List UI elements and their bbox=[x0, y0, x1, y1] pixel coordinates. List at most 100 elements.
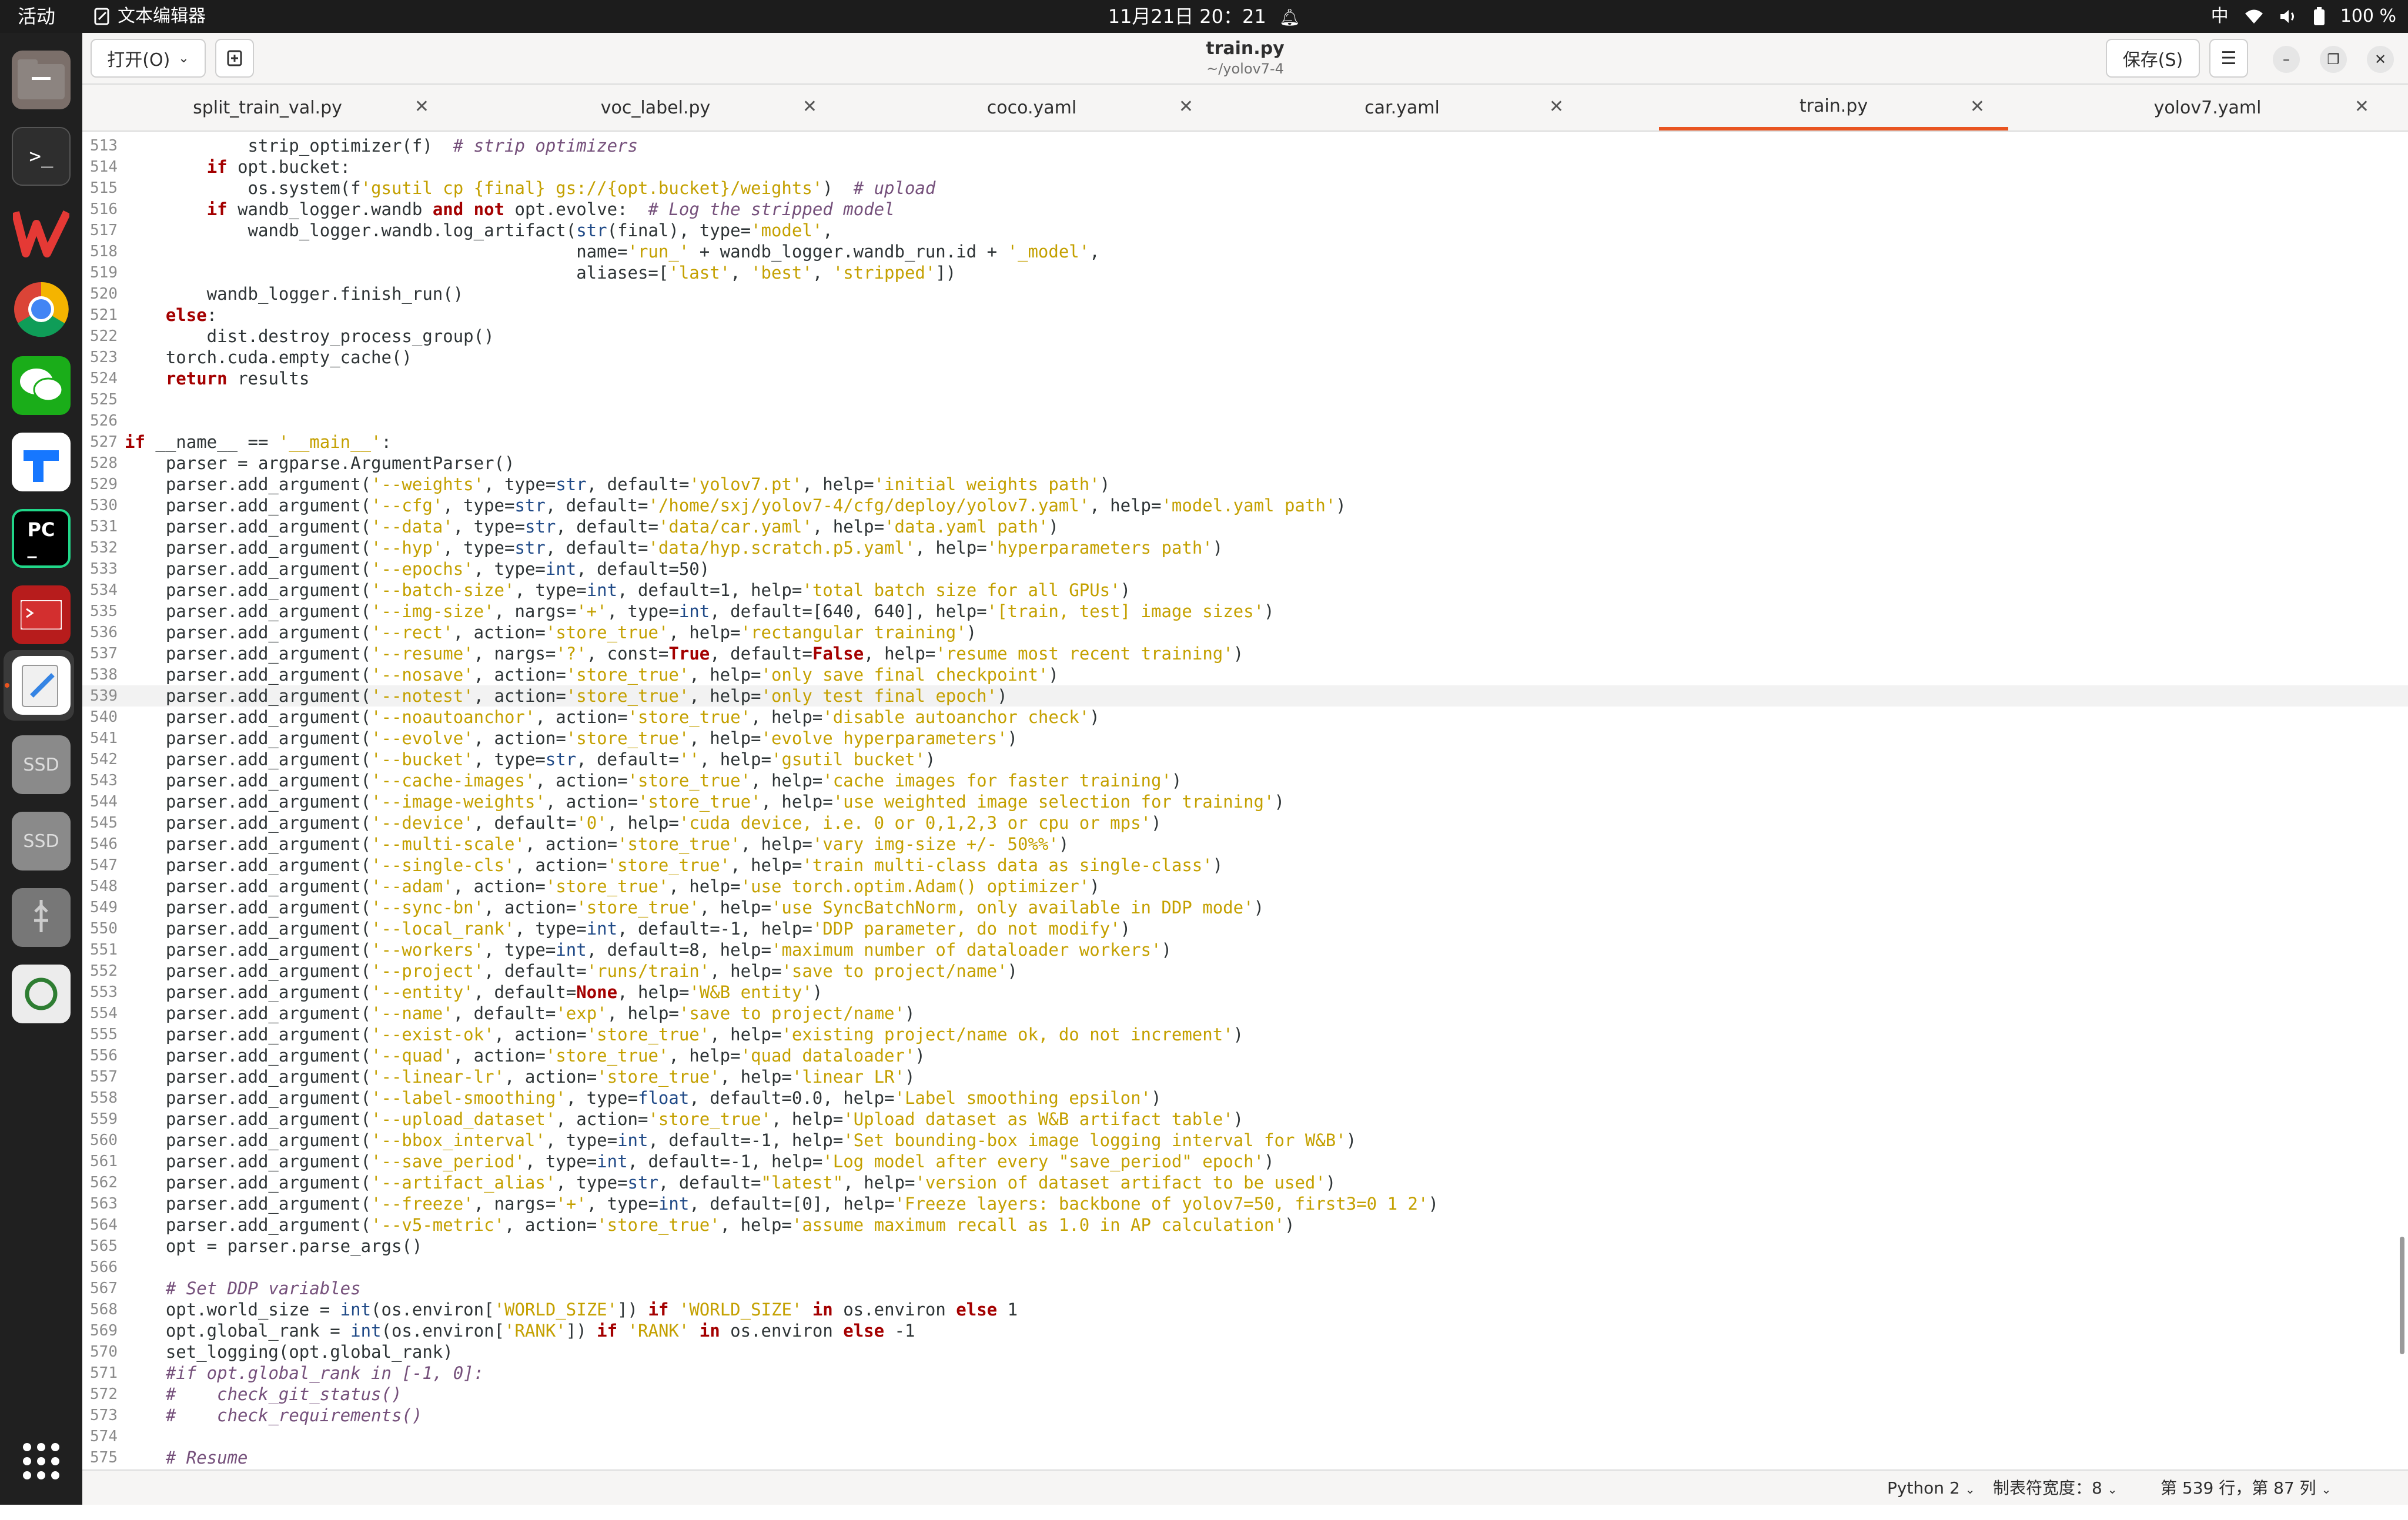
code-text[interactable]: parser.add_argument('--save_period', typ… bbox=[125, 1151, 1275, 1172]
code-text[interactable]: # check_requirements() bbox=[125, 1405, 423, 1426]
code-line[interactable]: 528 parser = argparse.ArgumentParser() bbox=[82, 453, 2408, 474]
code-text[interactable]: # Set DDP variables bbox=[125, 1278, 361, 1299]
code-line[interactable]: 560 parser.add_argument('--bbox_interval… bbox=[82, 1130, 2408, 1151]
todesk-icon[interactable] bbox=[12, 433, 71, 491]
code-text[interactable]: parser.add_argument('--entity', default=… bbox=[125, 982, 822, 1003]
code-text[interactable]: parser.add_argument('--sync-bn', action=… bbox=[125, 897, 1264, 918]
tab-car-yaml[interactable]: car.yaml ✕ bbox=[1217, 85, 1587, 130]
code-text[interactable]: os.system(f'gsutil cp {final} gs://{opt.… bbox=[125, 178, 936, 199]
ssd-drive-icon[interactable]: SSD bbox=[12, 735, 71, 794]
clock[interactable]: 11月21日 20：21 bbox=[1108, 5, 1266, 28]
wechat-icon[interactable] bbox=[12, 356, 71, 415]
code-text[interactable]: name='run_' + wandb_logger.wandb_run.id … bbox=[125, 241, 1099, 262]
code-text[interactable]: parser.add_argument('--project', default… bbox=[125, 960, 1018, 982]
code-line[interactable]: 570 set_logging(opt.global_rank) bbox=[82, 1341, 2408, 1362]
code-line[interactable]: 547 parser.add_argument('--single-cls', … bbox=[82, 855, 2408, 876]
code-text[interactable]: parser.add_argument('--noautoanchor', ac… bbox=[125, 707, 1100, 728]
code-line[interactable]: 534 parser.add_argument('--batch-size', … bbox=[82, 580, 2408, 601]
code-text[interactable]: # Resume bbox=[125, 1447, 248, 1468]
code-text[interactable]: parser.add_argument('--notest', action='… bbox=[125, 685, 1008, 707]
code-text[interactable]: parser.add_argument('--exist-ok', action… bbox=[125, 1024, 1243, 1045]
code-text[interactable]: set_logging(opt.global_rank) bbox=[125, 1341, 453, 1362]
code-text[interactable]: if __name__ == '__main__': bbox=[125, 431, 392, 453]
code-text[interactable]: parser.add_argument('--workers', type=in… bbox=[125, 939, 1172, 960]
code-line[interactable]: 524 return results bbox=[82, 368, 2408, 389]
code-text[interactable]: parser.add_argument('--rect', action='st… bbox=[125, 622, 976, 643]
code-text[interactable]: #if opt.global_rank in [-1, 0]: bbox=[125, 1362, 484, 1384]
code-line[interactable]: 514 if opt.bucket: bbox=[82, 156, 2408, 178]
code-line[interactable]: 540 parser.add_argument('--noautoanchor'… bbox=[82, 707, 2408, 728]
code-text[interactable]: aliases=['last', 'best', 'stripped']) bbox=[125, 262, 956, 283]
code-line[interactable]: 552 parser.add_argument('--project', def… bbox=[82, 960, 2408, 982]
code-line[interactable]: 558 parser.add_argument('--label-smoothi… bbox=[82, 1087, 2408, 1109]
code-line[interactable]: 542 parser.add_argument('--bucket', type… bbox=[82, 749, 2408, 770]
code-line[interactable]: 571 #if opt.global_rank in [-1, 0]: bbox=[82, 1362, 2408, 1384]
code-line[interactable]: 546 parser.add_argument('--multi-scale',… bbox=[82, 833, 2408, 855]
code-text[interactable]: parser.add_argument('--v5-metric', actio… bbox=[125, 1214, 1295, 1236]
code-text[interactable]: parser.add_argument('--hyp', type=str, d… bbox=[125, 537, 1223, 558]
code-text[interactable]: opt = parser.parse_args() bbox=[125, 1236, 423, 1257]
code-line[interactable]: 562 parser.add_argument('--artifact_alia… bbox=[82, 1172, 2408, 1193]
code-line[interactable]: 515 os.system(f'gsutil cp {final} gs://{… bbox=[82, 178, 2408, 199]
code-text[interactable]: else: bbox=[125, 304, 217, 326]
close-tab-icon[interactable]: ✕ bbox=[802, 96, 817, 117]
code-text[interactable]: dist.destroy_process_group() bbox=[125, 326, 494, 347]
code-text[interactable]: wandb_logger.finish_run() bbox=[125, 283, 464, 304]
code-text[interactable]: parser.add_argument('--adam', action='st… bbox=[125, 876, 1100, 897]
code-line[interactable]: 555 parser.add_argument('--exist-ok', ac… bbox=[82, 1024, 2408, 1045]
code-line[interactable]: 538 parser.add_argument('--nosave', acti… bbox=[82, 664, 2408, 685]
code-line[interactable]: 531 parser.add_argument('--data', type=s… bbox=[82, 516, 2408, 537]
code-text[interactable]: parser = argparse.ArgumentParser() bbox=[125, 453, 515, 474]
save-button[interactable]: 保存(S) bbox=[2106, 39, 2200, 78]
code-line[interactable]: 573 # check_requirements() bbox=[82, 1405, 2408, 1426]
app-grid-icon[interactable] bbox=[12, 1432, 71, 1491]
tab-train-py[interactable]: train.py ✕ bbox=[1659, 85, 2008, 130]
code-line[interactable]: 530 parser.add_argument('--cfg', type=st… bbox=[82, 495, 2408, 516]
system-tray[interactable]: 中 100 % bbox=[2211, 5, 2396, 28]
code-text[interactable]: parser.add_argument('--weights', type=st… bbox=[125, 474, 1110, 495]
code-line[interactable]: 532 parser.add_argument('--hyp', type=st… bbox=[82, 537, 2408, 558]
code-line[interactable]: 569 opt.global_rank = int(os.environ['RA… bbox=[82, 1320, 2408, 1341]
terminal-icon[interactable]: >_ bbox=[12, 127, 71, 186]
code-line[interactable]: 537 parser.add_argument('--resume', narg… bbox=[82, 643, 2408, 664]
code-text[interactable]: wandb_logger.wandb.log_artifact(str(fina… bbox=[125, 220, 833, 241]
code-line[interactable]: 543 parser.add_argument('--cache-images'… bbox=[82, 770, 2408, 791]
chrome-icon[interactable] bbox=[12, 280, 71, 339]
code-text[interactable]: parser.add_argument('--quad', action='st… bbox=[125, 1045, 925, 1066]
close-tab-icon[interactable]: ✕ bbox=[1549, 96, 1564, 117]
tab-voc-label[interactable]: voc_label.py ✕ bbox=[470, 85, 841, 130]
code-text[interactable]: parser.add_argument('--cache-images', ac… bbox=[125, 770, 1182, 791]
code-text[interactable]: parser.add_argument('--local_rank', type… bbox=[125, 918, 1131, 939]
code-line[interactable]: 523 torch.cuda.empty_cache() bbox=[82, 347, 2408, 368]
code-text[interactable]: opt.global_rank = int(os.environ['RANK']… bbox=[125, 1320, 915, 1341]
code-text[interactable]: return results bbox=[125, 368, 309, 389]
code-text[interactable]: parser.add_argument('--evolve', action='… bbox=[125, 728, 1018, 749]
code-text[interactable]: parser.add_argument('--bbox_interval', t… bbox=[125, 1130, 1356, 1151]
tab-width-selector[interactable]: 制表符宽度：8 ⌄ bbox=[1993, 1478, 2118, 1500]
code-line[interactable]: 568 opt.world_size = int(os.environ['WOR… bbox=[82, 1299, 2408, 1320]
code-text[interactable]: parser.add_argument('--multi-scale', act… bbox=[125, 833, 1069, 855]
usb-drive-icon[interactable] bbox=[12, 888, 71, 947]
code-line[interactable]: 544 parser.add_argument('--image-weights… bbox=[82, 791, 2408, 812]
app-menu[interactable]: 文本编辑器 bbox=[94, 5, 206, 28]
code-line[interactable]: 545 parser.add_argument('--device', defa… bbox=[82, 812, 2408, 833]
code-line[interactable]: 529 parser.add_argument('--weights', typ… bbox=[82, 474, 2408, 495]
code-line[interactable]: 574 bbox=[82, 1426, 2408, 1447]
code-line[interactable]: 536 parser.add_argument('--rect', action… bbox=[82, 622, 2408, 643]
code-text[interactable]: torch.cuda.empty_cache() bbox=[125, 347, 412, 368]
tab-coco-yaml[interactable]: coco.yaml ✕ bbox=[847, 85, 1217, 130]
code-line[interactable]: 572 # check_git_status() bbox=[82, 1384, 2408, 1405]
code-line[interactable]: 525 bbox=[82, 389, 2408, 410]
tab-yolov7-yaml[interactable]: yolov7.yaml ✕ bbox=[2022, 85, 2393, 130]
code-line[interactable]: 556 parser.add_argument('--quad', action… bbox=[82, 1045, 2408, 1066]
code-line[interactable]: 563 parser.add_argument('--freeze', narg… bbox=[82, 1193, 2408, 1214]
code-text[interactable]: parser.add_argument('--linear-lr', actio… bbox=[125, 1066, 915, 1087]
language-selector[interactable]: Python 2 ⌄ bbox=[1887, 1478, 1975, 1500]
code-line[interactable]: 539 parser.add_argument('--notest', acti… bbox=[82, 685, 2408, 707]
code-editor[interactable]: 513 strip_optimizer(f) # strip optimizer… bbox=[82, 132, 2408, 1469]
code-text[interactable]: parser.add_argument('--single-cls', acti… bbox=[125, 855, 1223, 876]
code-line[interactable]: 541 parser.add_argument('--evolve', acti… bbox=[82, 728, 2408, 749]
code-line[interactable]: 533 parser.add_argument('--epochs', type… bbox=[82, 558, 2408, 580]
cursor-position[interactable]: 第 539 行，第 87 列 ⌄ bbox=[2160, 1478, 2331, 1500]
close-window-button[interactable]: ✕ bbox=[2367, 46, 2394, 73]
